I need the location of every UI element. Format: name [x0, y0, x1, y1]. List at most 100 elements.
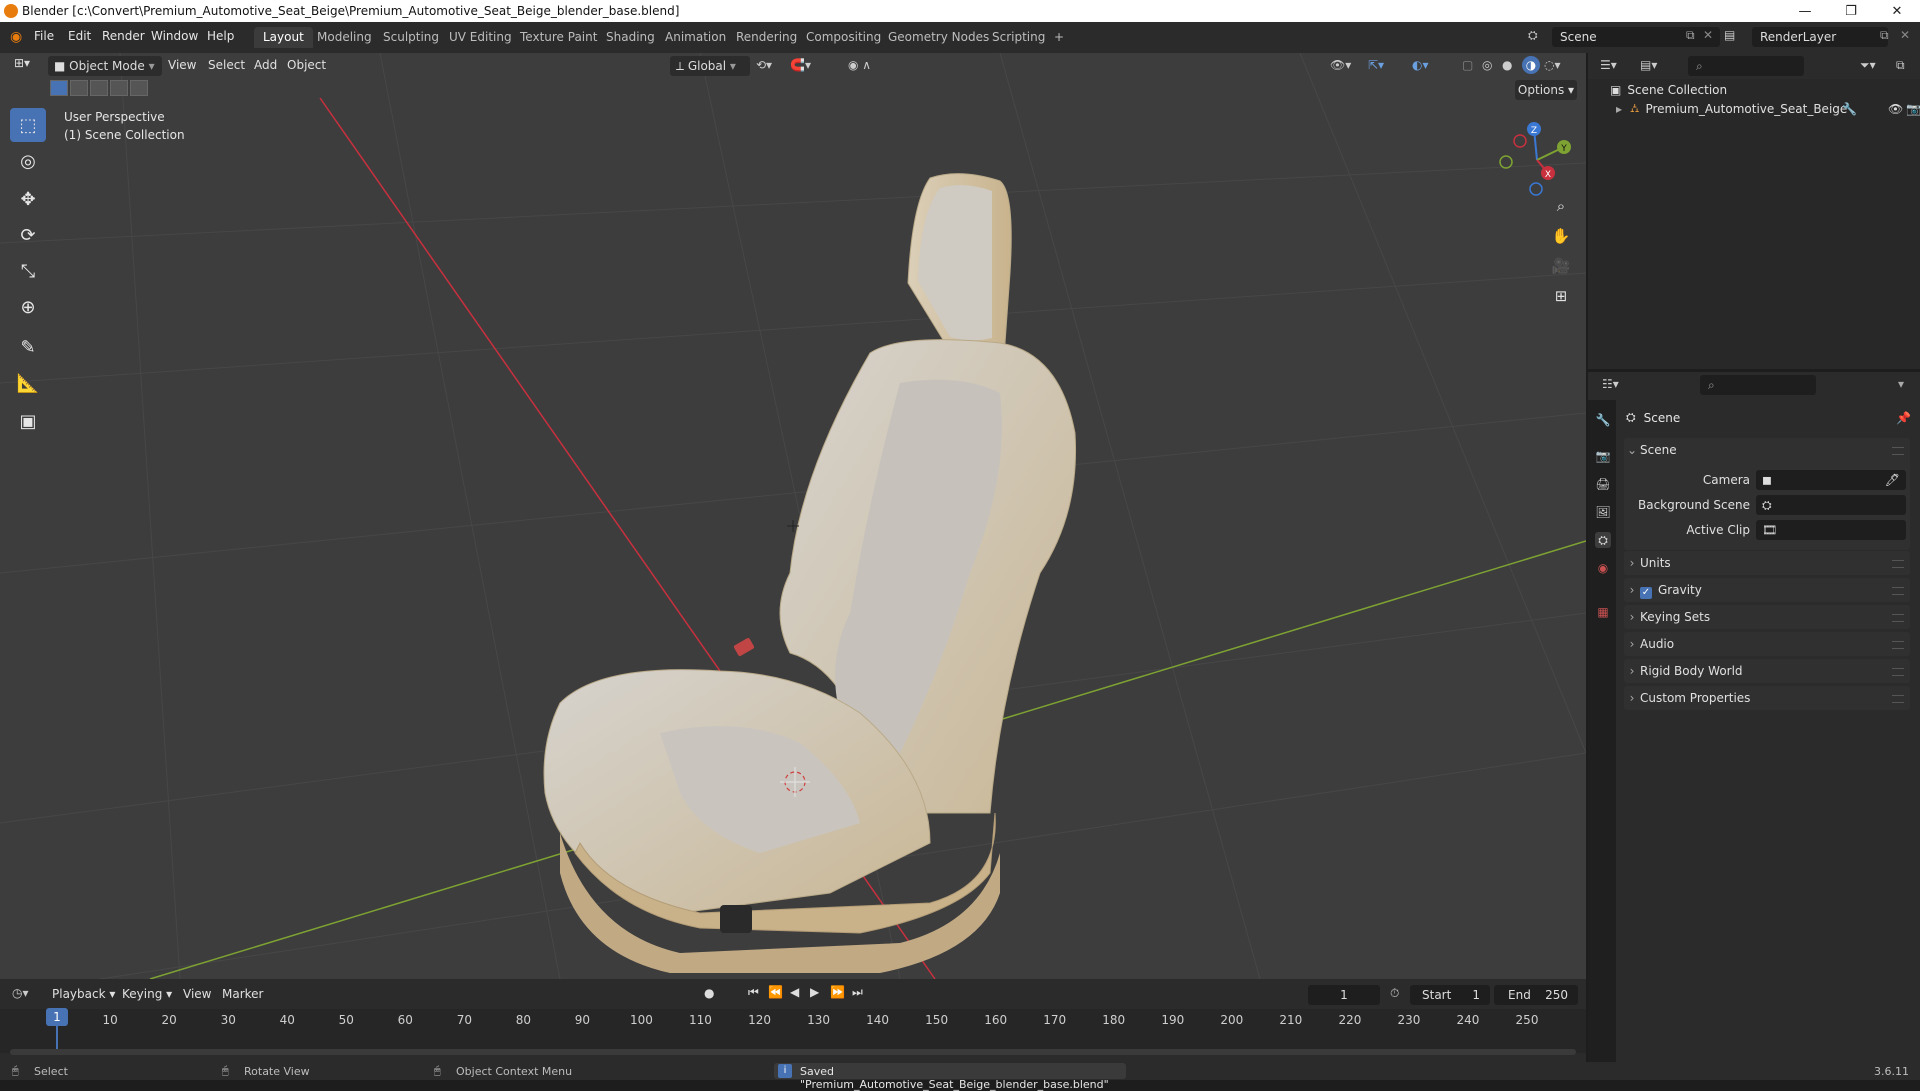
ortho-toggle-icon[interactable]: ⊞	[1547, 282, 1575, 310]
custom-properties-panel[interactable]: › Custom Properties	[1624, 686, 1910, 710]
select-intersect-icon[interactable]	[130, 80, 148, 96]
view-layer-icon[interactable]: ▤	[1724, 28, 1735, 42]
panel-grip-icon[interactable]	[1892, 560, 1904, 568]
menu-file[interactable]: File	[34, 29, 54, 43]
delete-layer-icon[interactable]: ✕	[1900, 28, 1910, 42]
cursor-tool[interactable]: ◎	[10, 144, 46, 178]
display-mode-icon[interactable]: ▤▾	[1640, 58, 1657, 72]
tab-layout[interactable]: Layout	[254, 27, 313, 48]
scale-tool[interactable]: ⤡	[10, 254, 46, 288]
playback-menu[interactable]: Playback ▾	[52, 987, 115, 1001]
tab-texture-paint[interactable]: Texture Paint	[511, 27, 606, 48]
pan-view-icon[interactable]: ✋	[1547, 222, 1575, 250]
record-icon[interactable]: ●	[704, 986, 714, 1000]
editor-type-icon[interactable]: ⊞▾	[14, 56, 30, 70]
render-tab-icon[interactable]: 📷	[1595, 448, 1611, 464]
panel-grip-icon[interactable]	[1892, 587, 1904, 595]
select-box-tool[interactable]: ⬚	[10, 108, 46, 142]
menu-window[interactable]: Window	[151, 29, 198, 43]
prev-keyframe-icon[interactable]: ⏪	[768, 985, 783, 999]
measure-tool[interactable]: 📐	[10, 366, 46, 400]
world-tab-icon[interactable]: ◉	[1595, 560, 1611, 576]
rigid-body-world-panel[interactable]: › Rigid Body World	[1624, 659, 1910, 683]
outliner-editor-icon[interactable]: ☰▾	[1600, 58, 1617, 72]
use-preview-range-icon[interactable]: ⏱	[1390, 986, 1399, 1001]
outliner-search-input[interactable]: ⌕	[1688, 56, 1804, 76]
select-extend-icon[interactable]	[70, 80, 88, 96]
status-report[interactable]: i Saved "Premium_Automotive_Seat_Beige_b…	[774, 1063, 1126, 1091]
proportional-edit-icon[interactable]: ◉ ∧	[848, 58, 871, 72]
jump-end-icon[interactable]: ⏭	[852, 985, 863, 1000]
tab-shading[interactable]: Shading	[597, 27, 664, 48]
keying-sets-panel[interactable]: › Keying Sets	[1624, 605, 1910, 629]
properties-editor-icon[interactable]: ☷▾	[1602, 377, 1619, 391]
new-collection-icon[interactable]: ⧉	[1896, 58, 1905, 73]
select-invert-icon[interactable]	[110, 80, 128, 96]
new-scene-icon[interactable]: ⧉	[1686, 28, 1695, 43]
play-reverse-icon[interactable]: ◀	[790, 985, 799, 999]
move-tool[interactable]: ✥	[10, 182, 46, 216]
add-cube-tool[interactable]: ▣	[10, 404, 46, 438]
panel-grip-icon[interactable]	[1892, 641, 1904, 649]
menu-help[interactable]: Help	[207, 29, 234, 43]
viewport-menu-object[interactable]: Object	[287, 58, 326, 72]
playhead[interactable]: 1	[46, 1008, 68, 1026]
eyedropper-icon[interactable]: 🖊	[1885, 468, 1900, 492]
panel-grip-icon[interactable]	[1892, 447, 1904, 455]
delete-scene-icon[interactable]: ✕	[1703, 28, 1713, 42]
rotate-tool[interactable]: ⟳	[10, 218, 46, 252]
pivot-point-icon[interactable]: ⟲▾	[756, 58, 772, 72]
blender-menu-icon[interactable]: ◉	[10, 29, 22, 45]
transform-tool[interactable]: ⊕	[10, 290, 46, 324]
scene-selector-icon[interactable]: ⛭	[1528, 28, 1538, 43]
menu-edit[interactable]: Edit	[68, 29, 91, 43]
tab-compositing[interactable]: Compositing	[797, 27, 890, 48]
tab-rendering[interactable]: Rendering	[727, 27, 806, 48]
tab-modeling[interactable]: Modeling	[308, 27, 381, 48]
options-dropdown[interactable]: Options ▾	[1515, 80, 1577, 100]
viewport-menu-add[interactable]: Add	[254, 58, 277, 72]
snap-icon[interactable]: 🧲▾	[790, 58, 811, 72]
scene-tab-icon[interactable]: ⛭	[1595, 532, 1611, 548]
play-icon[interactable]: ▶	[810, 985, 819, 999]
transform-orientation-dropdown[interactable]: ⟂ Global ▾	[670, 56, 750, 76]
menu-render[interactable]: Render	[102, 29, 145, 43]
start-frame-field[interactable]: Start 1	[1410, 985, 1490, 1005]
timeline-view-menu[interactable]: View	[183, 987, 211, 1001]
3d-viewport[interactable]: ⊞▾ ■ Object Mode ▾ View Select Add Objec…	[0, 53, 1586, 979]
properties-search-input[interactable]: ⌕	[1700, 375, 1816, 395]
tab-scripting[interactable]: Scripting	[983, 27, 1054, 48]
camera-field[interactable]: ◼ 🖊	[1756, 470, 1906, 490]
render-layer-field[interactable]: RenderLayer	[1752, 27, 1888, 47]
scene-collection-row[interactable]: ▣ Scene Collection	[1610, 83, 1727, 97]
outliner-item-seat[interactable]: ▸ ⛼ Premium_Automotive_Seat_Beige 🔧 👁 📷	[1616, 101, 1920, 117]
output-tab-icon[interactable]: 🖨	[1595, 476, 1611, 492]
select-new-icon[interactable]	[50, 80, 68, 96]
keying-menu[interactable]: Keying ▾	[122, 987, 172, 1001]
select-subtract-icon[interactable]	[90, 80, 108, 96]
current-frame-field[interactable]: 1	[1308, 985, 1380, 1005]
units-panel[interactable]: › Units	[1624, 551, 1910, 575]
visibility-icon[interactable]: 👁▾	[1330, 58, 1351, 72]
background-scene-field[interactable]: ⛭	[1756, 495, 1906, 515]
end-frame-field[interactable]: End 250	[1494, 985, 1578, 1005]
add-workspace-button[interactable]: +	[1045, 27, 1073, 48]
texture-tab-icon[interactable]: ▦	[1595, 604, 1611, 620]
tab-geometry-nodes[interactable]: Geometry Nodes	[879, 27, 998, 48]
viewport-menu-select[interactable]: Select	[208, 58, 245, 72]
scene-panel-header[interactable]: ⌄ Scene	[1624, 438, 1910, 462]
annotate-tool[interactable]: ✎	[10, 330, 46, 364]
filter-icon[interactable]: ⏷▾	[1860, 58, 1876, 73]
tab-animation[interactable]: Animation	[656, 27, 735, 48]
close-button[interactable]: ✕	[1874, 0, 1920, 22]
next-keyframe-icon[interactable]: ⏩	[830, 985, 845, 999]
camera-view-icon[interactable]: 🎥	[1547, 252, 1575, 280]
zoom-view-icon[interactable]: ⌕	[1547, 192, 1575, 220]
shading-rendered-icon[interactable]: ◌▾	[1544, 58, 1561, 72]
shading-solid-icon[interactable]: ●	[1502, 58, 1512, 72]
gravity-checkbox[interactable]: ✓	[1640, 587, 1652, 599]
view-layer-tab-icon[interactable]: 🖼	[1595, 504, 1611, 520]
viewport-menu-view[interactable]: View	[168, 58, 196, 72]
new-layer-icon[interactable]: ⧉	[1880, 28, 1889, 43]
overlay-toggle-icon[interactable]: ◐▾	[1412, 58, 1429, 72]
